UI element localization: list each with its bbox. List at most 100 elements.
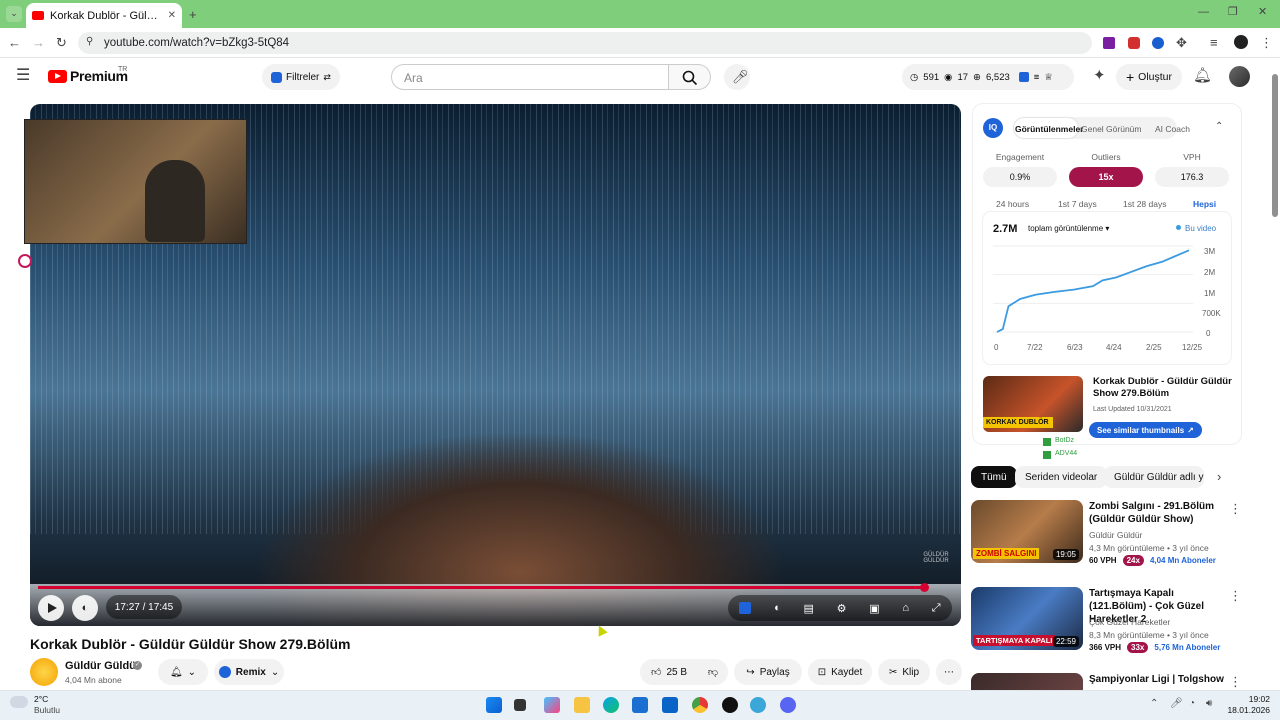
tab-ai-coach[interactable]: AI Coach <box>1155 124 1190 134</box>
chatgpt-icon[interactable] <box>722 697 738 713</box>
trophy-icon: ♕ <box>1044 71 1053 83</box>
browser-menu-icon[interactable]: ⋮ <box>1260 36 1273 49</box>
page-scrollbar-thumb[interactable] <box>1272 74 1278 217</box>
recommended-video[interactable]: TARTIŞMAYA KAPALI 22:59 Tartışmaya Kapal… <box>971 587 1251 657</box>
new-tab-icon[interactable]: + <box>189 8 197 21</box>
metric-select[interactable]: toplam görüntülenme ▾ <box>1025 223 1112 234</box>
extension-purple-icon[interactable] <box>1103 37 1115 49</box>
legend-dot <box>1176 225 1181 230</box>
chips-next-icon[interactable]: › <box>1217 470 1221 483</box>
hamburger-menu-icon[interactable]: ☰ <box>16 68 30 84</box>
volume-tray-icon[interactable]: 🔊︎ <box>1206 699 1212 709</box>
store-icon[interactable] <box>632 697 648 713</box>
more-options-icon[interactable]: ⋮ <box>1229 502 1242 515</box>
clip-button[interactable]: ✂ Klip <box>878 659 930 685</box>
voice-search-button[interactable]: 🎤︎ <box>724 64 750 90</box>
more-options-icon[interactable]: ⋮ <box>1229 589 1242 602</box>
tab-views[interactable]: Görüntülenmeler <box>1015 124 1083 134</box>
chip-all[interactable]: Tümü <box>971 466 1017 488</box>
progress-bar[interactable] <box>38 586 924 589</box>
close-window-icon[interactable]: ✕ <box>1258 7 1267 18</box>
back-icon[interactable]: ← <box>8 36 21 49</box>
extensions-puzzle-icon[interactable]: ✥ <box>1176 36 1187 49</box>
discord-icon[interactable] <box>780 697 796 713</box>
settings-gear-icon[interactable]: ⚙ <box>837 602 847 615</box>
collapse-chevron-icon[interactable]: ⌃ <box>1215 122 1223 132</box>
channel-name[interactable]: Güldür Güldür <box>65 660 140 672</box>
range-7-days[interactable]: 1st 7 days <box>1058 199 1097 209</box>
file-explorer-icon[interactable] <box>574 697 590 713</box>
subscribed-bell-button[interactable]: 🔔︎ ⌄ <box>158 659 208 685</box>
copilot-icon[interactable] <box>544 697 560 713</box>
save-button[interactable]: ⊡ Kaydet <box>808 659 872 685</box>
browser-tab-active[interactable]: Korkak Dublör - Güldür Güldür ✕ <box>26 3 182 28</box>
see-similar-thumbnails-button[interactable]: See similar thumbnails ↗ <box>1089 422 1202 438</box>
dislike-button[interactable]: 👎︎ <box>698 659 728 685</box>
chip-channel[interactable]: Güldür Güldür adlı yü <box>1104 466 1204 488</box>
recommended-thumbnail[interactable]: ZOMBİ SALGINI 19:05 <box>971 500 1083 563</box>
cast-icon[interactable]: ⌂ <box>902 602 909 614</box>
app-icon[interactable] <box>750 697 766 713</box>
create-button[interactable]: + Oluştur <box>1116 64 1182 90</box>
progress-scrubber[interactable] <box>919 583 929 592</box>
start-windows-icon[interactable] <box>486 697 502 713</box>
series-line <box>996 249 1190 333</box>
stream-logo-icon <box>18 254 32 268</box>
microphone-tray-icon[interactable]: 🎤︎ <box>1170 699 1183 709</box>
metric-select-value: toplam görüntülenme <box>1028 224 1104 233</box>
vidiq-stats-bar[interactable]: ◷ 591 ◉ 17 ⊕ 6,523 ≡ ♕ <box>902 64 1074 90</box>
vidiq-ai-icon[interactable]: ✦ <box>1093 68 1106 83</box>
close-tab-icon[interactable]: ✕ <box>168 10 176 21</box>
like-button[interactable]: 👍︎ 25 B <box>640 659 698 685</box>
outlook-icon[interactable] <box>662 697 678 713</box>
share-button[interactable]: ↪ Paylaş <box>734 659 802 685</box>
task-view-icon[interactable] <box>514 699 526 711</box>
notifications-bell-icon[interactable]: 🔔︎ <box>1193 68 1212 83</box>
edge-browser-icon[interactable] <box>603 697 619 713</box>
remix-button[interactable]: Remix ⌄ <box>214 659 284 685</box>
search-button[interactable] <box>669 64 711 90</box>
search-input[interactable]: Ara <box>391 64 669 90</box>
weather-condition: Bulutlu <box>34 705 60 715</box>
extension-red-icon[interactable] <box>1128 37 1140 49</box>
volume-button[interactable]: ◐ <box>72 595 98 621</box>
chip-series[interactable]: Seriden videolar <box>1015 466 1108 488</box>
recommended-thumbnail[interactable] <box>971 673 1083 690</box>
minimize-icon[interactable]: — <box>1198 7 1209 18</box>
subtitles-icon[interactable]: ▤ <box>803 602 813 615</box>
clock-time: 19:02 <box>1248 694 1270 704</box>
tab-search-button[interactable]: ⌄ <box>6 6 22 22</box>
vidiq-player-icon[interactable] <box>739 602 752 614</box>
chrome-icon[interactable] <box>692 697 708 713</box>
filters-button[interactable]: Filtreler ⇄ <box>262 64 340 90</box>
site-info-icon[interactable]: ⚲ <box>86 37 93 47</box>
more-actions-button[interactable]: ⋯ <box>936 659 962 685</box>
reading-list-icon[interactable]: ≡ <box>1210 36 1218 49</box>
range-24-hours[interactable]: 24 hours <box>996 199 1029 209</box>
extension-blue-icon[interactable] <box>1152 37 1164 49</box>
more-options-icon[interactable]: ⋮ <box>1229 675 1242 688</box>
channel-avatar[interactable] <box>30 658 58 686</box>
recommended-video[interactable]: ZOMBİ SALGINI 19:05 Zombi Salgını - 291.… <box>971 500 1251 570</box>
recommended-thumbnail[interactable]: TARTIŞMAYA KAPALI 22:59 <box>971 587 1083 650</box>
autoplay-toggle-icon[interactable]: ◐ <box>774 602 781 614</box>
tray-chevron-icon[interactable]: ⌃ <box>1150 699 1158 709</box>
play-button[interactable] <box>38 595 64 621</box>
fullscreen-icon[interactable]: ⤢ <box>932 602 941 615</box>
video-card-thumbnail[interactable]: KORKAK DUBLÖR <box>983 376 1083 432</box>
weather-cloud-icon[interactable] <box>10 696 28 708</box>
reload-icon[interactable]: ↻ <box>56 36 67 49</box>
restore-icon[interactable]: ❐ <box>1228 7 1238 18</box>
address-bar[interactable]: ⚲ youtube.com/watch?v=bZkg3-5tQ84 <box>78 32 1092 54</box>
account-avatar[interactable] <box>1229 66 1250 87</box>
recommended-video[interactable]: Şampiyonlar Ligi | Tolgshow ⋮ <box>971 673 1251 690</box>
miniplayer-icon[interactable]: ▣ <box>869 602 879 615</box>
wifi-icon[interactable]: ◔ <box>1189 699 1195 709</box>
youtube-logo-icon[interactable] <box>48 70 67 83</box>
share-icon: ↪ <box>746 666 755 678</box>
range-all[interactable]: Hepsi <box>1193 199 1217 212</box>
profile-avatar[interactable] <box>1234 35 1248 49</box>
tab-overview[interactable]: Genel Görünüm <box>1081 124 1141 134</box>
range-28-days[interactable]: 1st 28 days <box>1123 199 1166 209</box>
forward-icon[interactable]: → <box>32 36 45 49</box>
